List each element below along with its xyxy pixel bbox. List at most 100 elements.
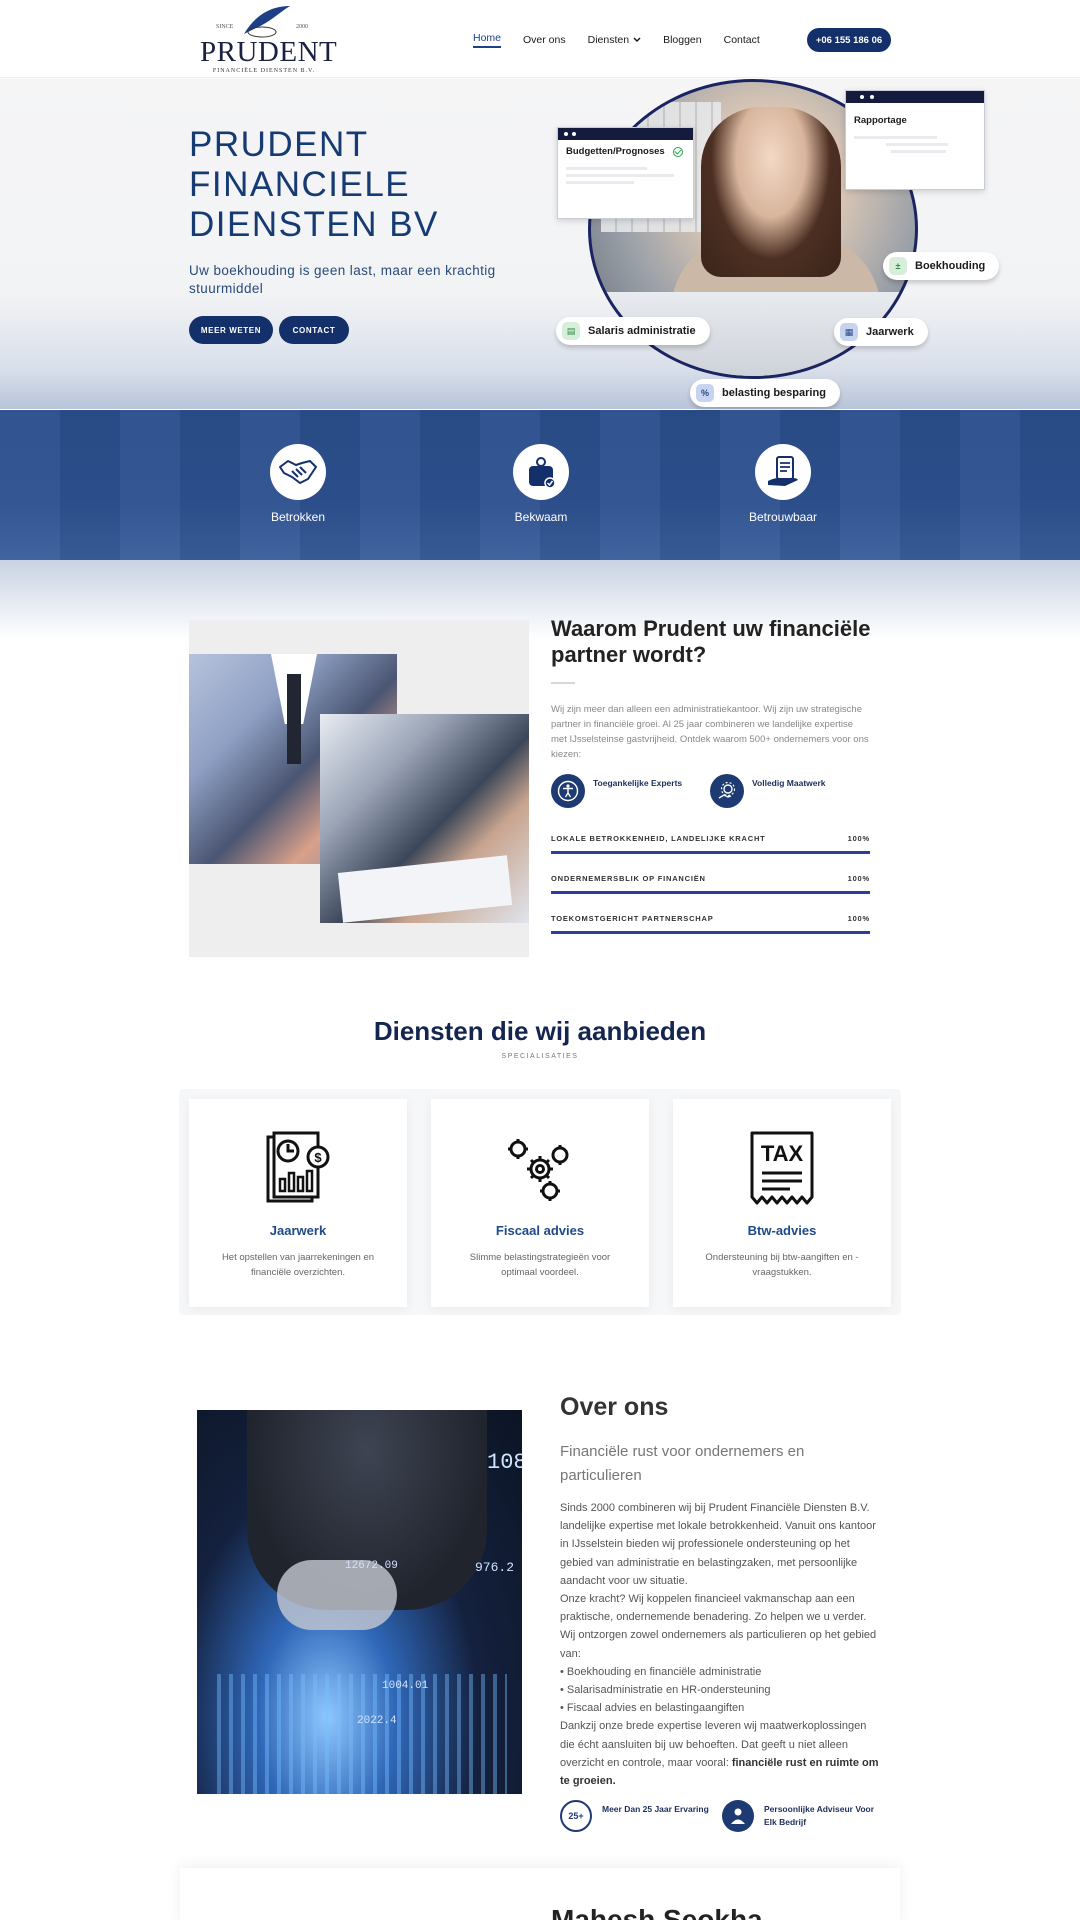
services-title: Diensten die wij aanbieden <box>373 1016 707 1046</box>
service-name: Btw-advies <box>747 1223 817 1238</box>
feature-maatwerk: Volledig Maatwerk <box>710 774 826 808</box>
value-label: Betrouwbaar <box>748 510 818 524</box>
about-bullet: • Salarisadministratie en HR-ondersteuni… <box>560 1684 771 1697</box>
services-subtitle: SPECIALISATIES <box>501 1053 579 1060</box>
value-betrokken: Betrokken <box>238 444 358 524</box>
money-icon: ▤ <box>562 322 580 340</box>
logo[interactable]: SINCE 2000 PRUDENT FINANCIËLE DIENSTEN B… <box>200 4 338 76</box>
about-paragraph: Onze kracht? Wij koppelen financieel vak… <box>560 1593 877 1660</box>
feature-label: Volledig Maatwerk <box>752 778 826 788</box>
hero-subtitle: Uw boekhouding is geen last, maar een kr… <box>189 263 496 296</box>
service-card-jaarwerk[interactable]: $ Jaarwerk Het opstellen van jaarrekenin… <box>189 1099 407 1307</box>
site-header: SINCE 2000 PRUDENT FINANCIËLE DIENSTEN B… <box>0 0 1080 78</box>
service-card-btw[interactable]: TAX Btw-advies Ondersteuning bij btw-aan… <box>673 1099 891 1307</box>
chip-salaris-label: Salaris administratie <box>588 325 696 337</box>
svg-text:TAX: TAX <box>761 1141 804 1166</box>
hero-title-line: FINANCIELE <box>189 165 411 204</box>
value-bekwaam: Bekwaam <box>481 444 601 524</box>
contact-button[interactable]: CONTACT <box>279 316 349 344</box>
progress-value: 100% <box>847 874 870 883</box>
nav-diensten-label: Diensten <box>587 34 630 46</box>
handshake-icon <box>270 444 326 500</box>
phone-button[interactable]: +06 155 186 06 <box>807 28 891 52</box>
about-bullet: • Fiscaal advies en belastingaangiften <box>560 1702 745 1715</box>
feature-label: Toegankelijke Experts <box>593 778 683 788</box>
logo-year: 2000 <box>296 24 308 30</box>
progress-track <box>551 891 870 894</box>
finance-laptop-photo: 108 12672.09 976.2 1004.01 2022.4 <box>197 1410 522 1794</box>
feature-label: Meer Dan 25 Jaar Ervaring <box>602 1804 709 1814</box>
gears-icon <box>431 1131 649 1213</box>
chip-boekhouding-label: Boekhouding <box>915 260 986 272</box>
service-card-fiscaal[interactable]: Fiscaal advies Slimme belastingstrategie… <box>431 1099 649 1307</box>
chip-belasting-label: belasting besparing <box>722 387 826 399</box>
chip-jaarwerk-label: Jaarwerk <box>866 326 914 338</box>
value-label: Bekwaam <box>514 510 568 524</box>
document-icon: ▦ <box>840 323 858 341</box>
budget-card: Budgetten/Prognoses <box>557 127 694 219</box>
photo-number: 108 <box>487 1450 522 1475</box>
svg-text:$: $ <box>314 1150 322 1165</box>
chevron-down-icon <box>633 37 641 42</box>
about-bullet: • Boekhouding en financiële administrati… <box>560 1665 762 1678</box>
why-text: Wij zijn meer dan alleen een administrat… <box>551 704 869 760</box>
service-name: Fiscaal advies <box>495 1223 585 1238</box>
progress-label: LOKALE BETROKKENHEID, LANDELIJKE KRACHT <box>551 834 766 843</box>
service-desc: Ondersteuning bij btw-aangiften en -vraa… <box>705 1252 859 1278</box>
advisor-icon <box>722 1800 754 1832</box>
nav-bloggen[interactable]: Bloggen <box>663 32 702 48</box>
logo-wordmark: PRUDENT <box>200 36 338 68</box>
chip-jaarwerk: ▦ Jaarwerk <box>834 318 928 346</box>
card-titlebar <box>558 128 693 140</box>
feature-ervaring: 25+ Meer Dan 25 Jaar Ervaring <box>560 1800 709 1832</box>
nav-diensten[interactable]: Diensten <box>588 32 641 48</box>
testimonial-card <box>180 1868 900 1920</box>
about-body: Sinds 2000 combineren wij bij Prudent Fi… <box>560 1499 882 1790</box>
feature-label: Persoonlijke Adviseur Voor Elk Bedrijf <box>764 1804 875 1827</box>
progress-bar: ONDERNEMERSBLIK OP FINANCIËN 100% <box>551 874 870 894</box>
gear-hand-icon <box>710 774 744 808</box>
check-icon <box>672 146 683 157</box>
tax-receipt-icon: TAX <box>673 1131 891 1213</box>
hero-title-line: PRUDENT <box>189 125 369 164</box>
trust-icon <box>755 444 811 500</box>
budget-card-title: Budgetten/Prognoses <box>566 146 665 157</box>
about-paragraph: Dankzij onze brede expertise leveren wij… <box>560 1717 882 1790</box>
value-label: Betrokken <box>270 510 326 524</box>
progress-bar: TOEKOMSTGERICHT PARTNERSCHAP 100% <box>551 914 870 934</box>
value-betrouwbaar: Betrouwbaar <box>723 444 843 524</box>
progress-track <box>551 851 870 854</box>
progress-value: 100% <box>847 834 870 843</box>
progress-label: TOEKOMSTGERICHT PARTNERSCHAP <box>551 914 714 923</box>
about-subtitle: Financiële rust voor ondernemers en part… <box>560 1443 805 1484</box>
nav-contact[interactable]: Contact <box>724 32 760 48</box>
service-desc: Slimme belastingstrategieën voor optimaa… <box>469 1252 611 1278</box>
about-title: Over ons <box>560 1393 669 1421</box>
hero-title-line: DIENSTEN BV <box>189 205 439 244</box>
accessibility-icon <box>551 774 585 808</box>
meer-weten-button[interactable]: MEER WETEN <box>189 316 273 344</box>
about-paragraph: Sinds 2000 combineren wij bij Prudent Fi… <box>560 1502 876 1587</box>
nav-over-ons[interactable]: Over ons <box>523 32 566 48</box>
progress-track <box>551 931 870 934</box>
logo-since: SINCE <box>216 24 234 30</box>
divider <box>551 682 575 684</box>
feature-adviseur: Persoonlijke Adviseur Voor Elk Bedrijf <box>722 1800 882 1832</box>
nav-home[interactable]: Home <box>473 32 502 48</box>
photo-person <box>701 107 841 277</box>
chip-boekhouding: ± Boekhouding <box>883 252 1000 280</box>
experience-badge-icon: 25+ <box>560 1800 592 1832</box>
chip-salaris: ▤ Salaris administratie <box>556 317 710 345</box>
service-desc: Het opstellen van jaarrekeningen en fina… <box>221 1252 375 1278</box>
values-band: Betrokken Bekwaam Betrouwbaar <box>0 410 1080 560</box>
chip-belasting: % belasting besparing <box>690 379 840 407</box>
progress-value: 100% <box>847 914 870 923</box>
report-card-title: Rapportage <box>854 115 907 126</box>
report-icon: $ <box>189 1131 407 1213</box>
progress-bar: LOKALE BETROKKENHEID, LANDELIJKE KRACHT 1… <box>551 834 870 854</box>
calculator-icon: ± <box>889 257 907 275</box>
hero-title: PRUDENT FINANCIELE DIENSTEN BV <box>189 125 439 245</box>
why-title: Waarom Prudent uw financiële partner wor… <box>551 616 871 667</box>
photo-number: 2022.4 <box>357 1715 397 1727</box>
skill-icon <box>513 444 569 500</box>
